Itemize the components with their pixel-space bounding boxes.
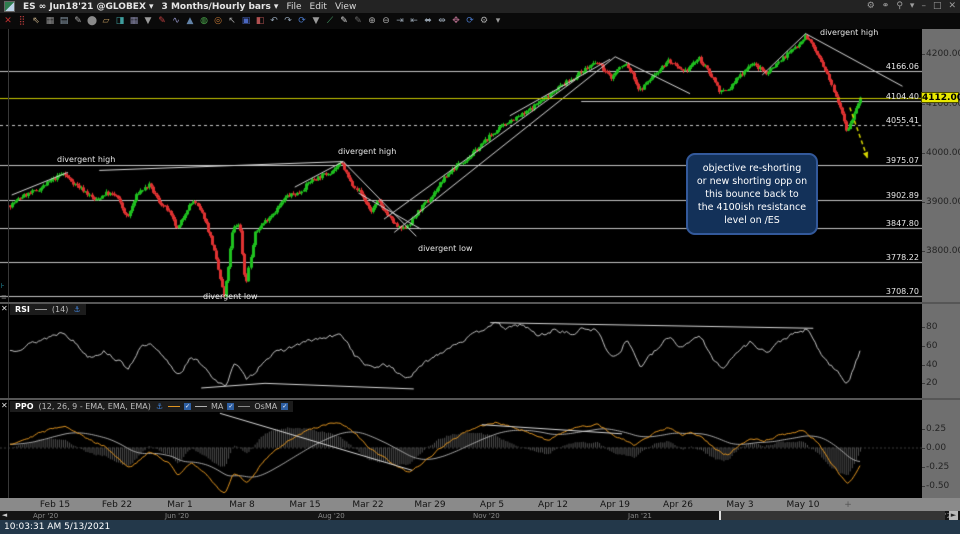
filter-icon[interactable]: ▼ bbox=[142, 15, 154, 27]
pin-dropdown-icon[interactable]: ▾ bbox=[910, 2, 915, 11]
trading-app-window: ES ∞ Jun18'21 @GLOBEX ▾ 3 Months/Hourly … bbox=[0, 0, 960, 534]
scrollbar-thumb[interactable] bbox=[719, 511, 945, 520]
scale-right-icon[interactable]: ⇤ bbox=[408, 15, 420, 27]
last-price-badge: 4112.00 bbox=[921, 92, 960, 103]
pen-light-icon[interactable]: ✎ bbox=[338, 15, 350, 27]
rsi-label: RSI bbox=[15, 305, 30, 314]
compress-horizontal-icon[interactable]: ⇹ bbox=[436, 15, 448, 27]
panel-splitter-1[interactable] bbox=[0, 302, 960, 304]
rsi-line-swatch-icon bbox=[34, 309, 47, 310]
scroll-right-arrow[interactable]: ► bbox=[949, 511, 958, 520]
window-controls: ⚙ ⚭ ⚲ ▾ – □ ✕ bbox=[867, 2, 956, 11]
anchor-icon[interactable]: ⚓ bbox=[156, 402, 163, 411]
tools-icon[interactable]: ⚙ bbox=[478, 15, 490, 27]
rsi-panel-header: RSI (14) ⚓ bbox=[10, 304, 86, 315]
freehand-line-icon[interactable]: ∿ bbox=[170, 15, 182, 27]
link-icon[interactable]: ⚭ bbox=[882, 2, 890, 11]
restore-icon[interactable]: □ bbox=[933, 2, 942, 11]
hand-tool-icon[interactable]: ✥ bbox=[450, 15, 462, 27]
settings-icon[interactable]: ⚙ bbox=[867, 2, 875, 11]
pin-icon[interactable]: ⚲ bbox=[896, 2, 903, 11]
ruler-icon[interactable]: ⟋ bbox=[324, 15, 336, 27]
circle-tool-icon[interactable]: ⬤ bbox=[86, 15, 98, 27]
zoom-out-icon[interactable]: ⊖ bbox=[380, 15, 392, 27]
zoom-in-icon[interactable]: ⊕ bbox=[366, 15, 378, 27]
target-tool-icon[interactable]: ◎ bbox=[212, 15, 224, 27]
close-chart-icon[interactable]: ✕ bbox=[2, 15, 14, 27]
pointer-tool-icon[interactable]: ⇖ bbox=[30, 15, 42, 27]
ppo-label: PPO bbox=[15, 402, 34, 411]
panel-grip-icon[interactable]: ≡ bbox=[1, 294, 7, 301]
trade-note-callout[interactable]: objective re-shorting or new shorting op… bbox=[686, 153, 818, 235]
left-gutter-border bbox=[8, 29, 9, 498]
symbol-title[interactable]: ES ∞ Jun18'21 @GLOBEX ▾ bbox=[23, 2, 154, 12]
new-chart-icon[interactable]: ◨ bbox=[114, 15, 126, 27]
ppo-legend-checkbox[interactable]: ✓ bbox=[281, 403, 289, 410]
reload-data-icon[interactable]: ⟳ bbox=[464, 15, 476, 27]
ppo-params: (12, 26, 9 - EMA, EMA, EMA) bbox=[38, 402, 151, 411]
panel-red-icon[interactable]: ◧ bbox=[254, 15, 266, 27]
ppo-panel-canvas[interactable] bbox=[0, 400, 922, 498]
folder-icon[interactable]: ▱ bbox=[100, 15, 112, 27]
chartbook-grid-icon[interactable]: ▦ bbox=[44, 15, 56, 27]
ppo-legend-swatch-icon bbox=[168, 406, 180, 407]
ppo-legend-swatch-icon bbox=[195, 406, 207, 407]
ppo-legend-checkbox[interactable]: ✓ bbox=[227, 403, 235, 410]
window-titlebar: ES ∞ Jun18'21 @GLOBEX ▾ 3 Months/Hourly … bbox=[0, 0, 960, 13]
scale-left-icon[interactable]: ⇥ bbox=[394, 15, 406, 27]
rsi-params: (14) bbox=[51, 305, 69, 314]
time-axis[interactable] bbox=[0, 498, 960, 511]
status-clock: 10:03:31 AM 5/13/2021 bbox=[4, 522, 111, 532]
sphere-tool-icon[interactable]: ◍ bbox=[198, 15, 210, 27]
minimize-icon[interactable]: – bbox=[921, 2, 926, 11]
rsi-panel-canvas[interactable] bbox=[0, 304, 922, 399]
triangle-tool-icon[interactable]: ▲ bbox=[184, 15, 196, 27]
panel-blue-icon[interactable]: ▣ bbox=[240, 15, 252, 27]
redo-icon[interactable]: ↷ bbox=[282, 15, 294, 27]
ppo-panel-header: PPO (12, 26, 9 - EMA, EMA, EMA) ⚓ ✓ MA ✓ Os… bbox=[10, 401, 294, 412]
menu-edit[interactable]: Edit bbox=[310, 2, 327, 12]
ppo-legend-swatch-icon bbox=[238, 406, 251, 407]
ppo-legend-checkbox[interactable]: ✓ bbox=[184, 403, 191, 410]
panel-splitter-2[interactable] bbox=[0, 398, 960, 400]
app-icon bbox=[4, 1, 15, 12]
tile-windows-icon[interactable]: ▦ bbox=[128, 15, 140, 27]
chart-marker-icon[interactable]: ⊦ bbox=[1, 283, 5, 290]
timeframe-selector[interactable]: 3 Months/Hourly bars ▾ bbox=[162, 2, 279, 12]
refresh-icon[interactable]: ⟳ bbox=[296, 15, 308, 27]
expand-horizontal-icon[interactable]: ⬌ bbox=[422, 15, 434, 27]
funnel-icon[interactable]: ▼ bbox=[310, 15, 322, 27]
main-toolbar: ✕ ⣿ ⇖ ▦ ▤ ✎ ⬤ ▱ ◨ ▦ ▼ ✎ ∿ ▲ ◍ ◎ ↖ ▣ ◧ ↶ ↷ ⟳ ▼ ⟋ ✎ ✎ ⊕ ⊖ ⇥ ⇤ ⬌ ⇹ ✥ ⟳ ⚙ ▾ bbox=[0, 13, 960, 29]
status-bar: 10:03:31 AM 5/13/2021 bbox=[0, 520, 960, 534]
ppo-legend-label: MA bbox=[211, 402, 224, 411]
print-icon[interactable]: ▤ bbox=[58, 15, 70, 27]
annotate-pen-icon[interactable]: ✎ bbox=[156, 15, 168, 27]
draw-pen-icon[interactable]: ✎ bbox=[72, 15, 84, 27]
menu-file[interactable]: File bbox=[286, 2, 301, 12]
close-icon[interactable]: ✕ bbox=[948, 2, 956, 11]
undo-icon[interactable]: ↶ bbox=[268, 15, 280, 27]
more-dropdown-icon[interactable]: ▾ bbox=[492, 15, 504, 27]
pen-dark-icon[interactable]: ✎ bbox=[352, 15, 364, 27]
ppo-legend-label: OsMA bbox=[254, 402, 278, 411]
rsi-close-button[interactable]: ✕ bbox=[1, 305, 9, 313]
select-arrow-icon[interactable]: ↖ bbox=[226, 15, 238, 27]
ppo-legend: ✓ MA ✓ OsMA ✓ bbox=[168, 402, 289, 411]
ppo-close-button[interactable]: ✕ bbox=[1, 402, 9, 410]
anchor-icon[interactable]: ⚓ bbox=[73, 305, 80, 314]
menu-view[interactable]: View bbox=[335, 2, 356, 12]
scroll-left-arrow[interactable]: ◄ bbox=[0, 511, 9, 520]
chart-grid-red-icon[interactable]: ⣿ bbox=[16, 15, 28, 27]
